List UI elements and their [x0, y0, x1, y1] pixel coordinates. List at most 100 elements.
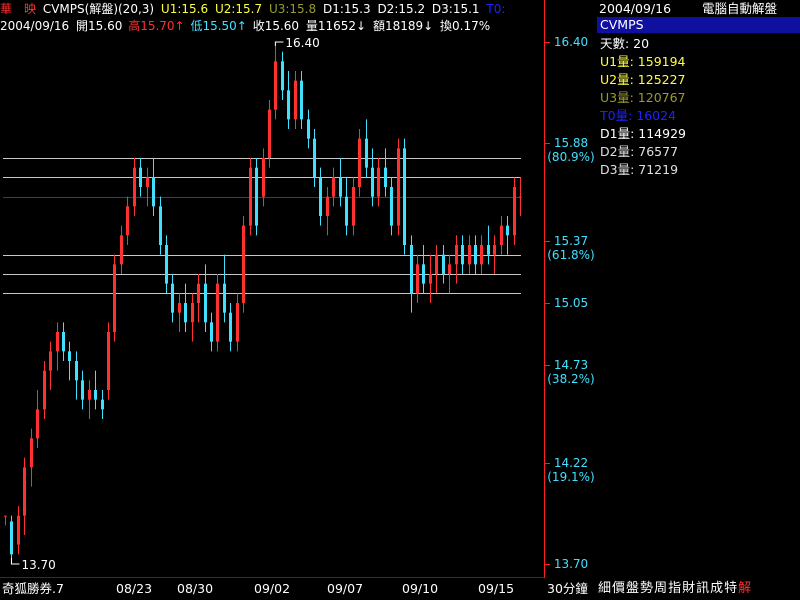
candle-body — [171, 283, 174, 313]
panel-d3: D3量: 71219 — [600, 162, 679, 177]
candle-body — [332, 177, 335, 197]
candlestick-chart[interactable]: 16.40 13.70 — [0, 0, 545, 578]
candle-body — [68, 351, 71, 361]
high-marker-line — [274, 41, 284, 46]
d3-value: D3:15.1 — [431, 2, 480, 16]
panel-u2: U2量: 125227 — [600, 72, 686, 87]
candle-body — [468, 245, 471, 265]
axis-price-label: 14.73 — [553, 358, 589, 372]
candle-body — [126, 206, 129, 236]
candle-body — [268, 109, 271, 158]
close-price: 收15.60 — [252, 19, 300, 33]
axis-price-label: 15.37 — [553, 234, 589, 248]
candle-body — [17, 515, 20, 545]
candle-body — [384, 167, 387, 187]
candle-body — [500, 225, 503, 245]
candle-body — [294, 80, 297, 120]
candle-body — [397, 148, 400, 226]
bottom-bar: 奇狐勝券.7 08/23 08/30 09/02 09/07 09/10 09/… — [0, 578, 800, 600]
candle-body — [377, 167, 380, 197]
candle-body — [448, 264, 451, 274]
candle-body — [249, 167, 252, 226]
menu-trend[interactable]: 勢 — [640, 581, 654, 596]
d2-value: D2:15.2 — [377, 2, 426, 16]
menu-weekly[interactable]: 周 — [654, 581, 668, 596]
chart-header: 華 映 CVMPS(解盤)(20,3) U1:15.6 U2:15.7 U3:1… — [0, 0, 545, 36]
axis-price-label: 16.40 — [553, 35, 589, 49]
candle-body — [223, 283, 226, 313]
candle-body — [152, 177, 155, 207]
x-date-6: 09/15 — [478, 581, 515, 596]
high-price: 高15.70↑ — [128, 19, 185, 33]
menu-special[interactable]: 特 — [724, 581, 738, 596]
open-price: 開15.60 — [76, 19, 123, 33]
candle-body — [506, 225, 509, 236]
candle-body — [30, 438, 33, 468]
candle-body — [371, 167, 374, 197]
panel-title: 電腦自動解盤 — [702, 1, 778, 16]
period-selector[interactable]: 30分鐘 — [547, 582, 588, 596]
candle-body — [519, 196, 522, 198]
candle-body — [313, 138, 316, 178]
menu-price[interactable]: 價 — [612, 581, 626, 596]
candle-body — [133, 167, 136, 207]
candle-body — [255, 167, 258, 226]
x-date-2: 08/30 — [177, 581, 214, 596]
candle-body — [319, 177, 322, 216]
candle-body — [101, 399, 104, 410]
function-menu: 細價盤勢周指財訊成特解 — [598, 581, 800, 599]
u1-value: U1:15.6 — [160, 2, 209, 16]
candle-body — [36, 409, 39, 439]
candle-body — [281, 61, 284, 91]
axis-fib-label: (38.2%) — [547, 372, 595, 386]
candle-body — [216, 283, 219, 342]
candle-body — [422, 264, 425, 284]
candle-body — [178, 303, 181, 313]
candle-body — [159, 206, 162, 245]
panel-u3: U3量: 120767 — [600, 90, 686, 105]
candle-body — [403, 148, 406, 245]
candle-body — [339, 177, 342, 197]
candle-body — [442, 254, 445, 274]
menu-detail[interactable]: 細 — [598, 581, 612, 596]
low-label: 13.70 — [21, 558, 55, 572]
candle-body — [513, 187, 516, 236]
menu-finance[interactable]: 財 — [682, 581, 696, 596]
menu-index[interactable]: 指 — [668, 581, 682, 596]
candle-body — [94, 390, 97, 400]
candle-body — [43, 370, 46, 410]
candle-body — [204, 283, 207, 323]
candle-body — [75, 361, 78, 381]
menu-deal[interactable]: 成 — [710, 581, 724, 596]
candle-body — [146, 177, 149, 187]
candle-body — [81, 380, 84, 400]
menu-analysis[interactable]: 解 — [738, 581, 752, 596]
candle-body — [358, 138, 361, 187]
menu-news[interactable]: 訊 — [696, 581, 710, 596]
candle-body — [165, 245, 168, 284]
high-label: 16.40 — [285, 36, 319, 50]
axis-price-label: 14.22 — [553, 456, 589, 470]
candle-body — [390, 187, 393, 226]
candle-body — [416, 264, 419, 294]
quote-date: 2004/09/16 — [0, 19, 70, 33]
candle-body — [197, 283, 200, 303]
candle-body — [352, 187, 355, 226]
candle-body — [326, 196, 329, 216]
candle-body — [262, 158, 265, 197]
candle-body — [107, 332, 110, 390]
candle-body — [307, 119, 310, 139]
axis-fib-label: (19.1%) — [547, 470, 595, 484]
candle-body — [236, 303, 239, 342]
menu-order[interactable]: 盤 — [626, 581, 640, 596]
panel-u1: U1量: 159194 — [600, 54, 686, 69]
volume: 量11652↓ — [305, 19, 367, 33]
low-price: 低15.50↑ — [190, 19, 247, 33]
axis-fib-label: (61.8%) — [547, 248, 595, 262]
stock-name: 華 映 — [0, 2, 37, 16]
low-marker-line — [10, 558, 20, 565]
x-date-1: 08/23 — [116, 581, 153, 596]
candle-body — [120, 235, 123, 265]
x-date-3: 09/02 — [254, 581, 291, 596]
right-info-panel: 2004/09/16 電腦自動解盤 CVMPS 天數: 20 U1量: 1591… — [597, 0, 800, 578]
